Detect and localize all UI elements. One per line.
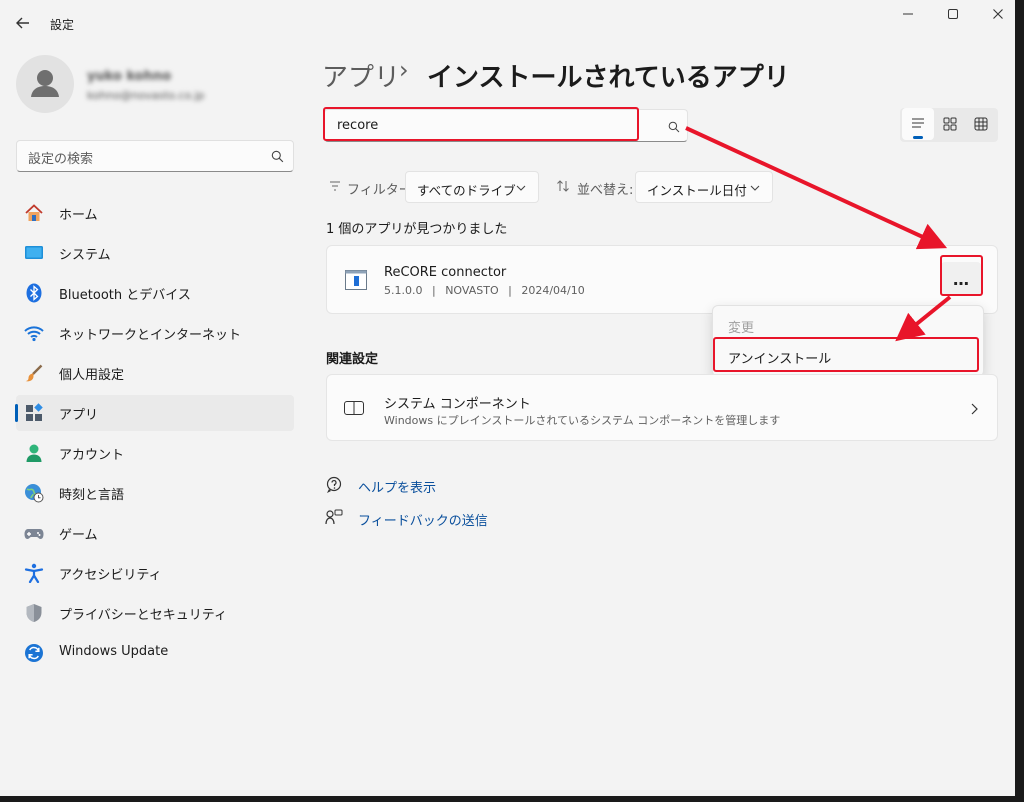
arrow-menu-to-uninstall — [895, 295, 952, 342]
settings-window: 設定 yuko kohno kohno@novasto.co.jp 設定の検索 … — [0, 0, 1015, 796]
arrow-search-to-menu — [685, 126, 948, 250]
annotation-arrows — [685, 126, 952, 342]
